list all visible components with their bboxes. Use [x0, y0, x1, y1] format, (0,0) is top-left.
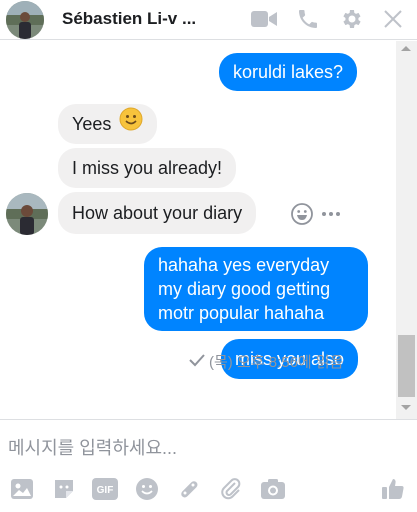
phone-icon[interactable]	[295, 7, 321, 31]
message-text: Yees	[72, 114, 112, 134]
close-icon[interactable]	[380, 7, 406, 31]
incoming-message[interactable]: I miss you already!	[58, 148, 237, 188]
gear-icon[interactable]	[338, 7, 364, 31]
emoji-icon[interactable]	[134, 476, 160, 502]
svg-text:GIF: GIF	[97, 485, 114, 496]
smile-emoji-icon	[119, 105, 143, 145]
reaction-icon[interactable]	[290, 202, 314, 226]
video-call-icon[interactable]	[251, 7, 277, 31]
chat-header: Sébastien Li-v ...	[0, 0, 417, 40]
contact-avatar[interactable]	[6, 1, 44, 39]
incoming-message[interactable]: How about your diary	[58, 192, 257, 234]
outgoing-message[interactable]: koruldi lakes?	[219, 53, 358, 91]
sticker-icon[interactable]	[51, 476, 77, 502]
message-line: my diary good getting	[158, 279, 331, 299]
scrollbar-thumb[interactable]	[398, 335, 415, 397]
like-icon[interactable]	[380, 476, 406, 502]
game-icon[interactable]	[176, 476, 202, 502]
incoming-message[interactable]: Yees	[58, 104, 158, 145]
scroll-down-arrow[interactable]	[401, 405, 411, 410]
photo-icon[interactable]	[9, 476, 35, 502]
gif-icon[interactable]: GIF	[92, 476, 118, 502]
scroll-up-arrow[interactable]	[401, 46, 411, 51]
check-icon	[189, 353, 205, 371]
attachment-icon[interactable]	[218, 476, 244, 502]
more-options-icon[interactable]	[322, 206, 346, 222]
contact-name[interactable]: Sébastien Li-v ...	[62, 9, 196, 29]
message-input[interactable]	[8, 434, 388, 462]
outgoing-message[interactable]: hahaha yes everyday my diary good gettin…	[144, 247, 368, 331]
compose-area: GIF	[0, 419, 417, 512]
read-receipt-text: (목) 오후 8:56에 읽음	[209, 354, 344, 371]
read-receipt: (목) 오후 8:56에 읽음	[189, 351, 344, 372]
message-line: motr popular hahaha	[158, 303, 325, 323]
contact-avatar[interactable]	[6, 193, 48, 235]
camera-icon[interactable]	[260, 476, 286, 502]
message-line: hahaha yes everyday	[158, 255, 330, 275]
